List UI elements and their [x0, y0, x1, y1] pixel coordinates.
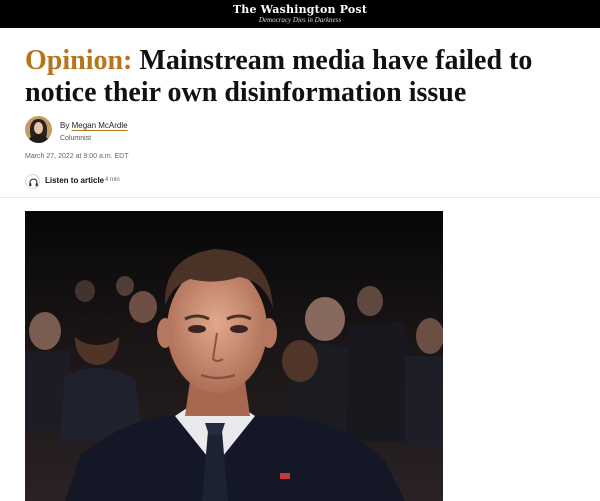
site-header: The Washington Post Democracy Dies in Da…: [0, 0, 600, 28]
article-headline: Opinion: Mainstream media have failed to…: [25, 45, 595, 109]
publish-date: March 27, 2022 at 9:00 a.m. EDT: [25, 153, 129, 160]
listen-label: Listen to article: [45, 176, 105, 185]
listen-duration: 4 min: [105, 177, 120, 183]
byline-text: By Megan McArdle: [60, 121, 128, 130]
listen-to-article-button[interactable]: Listen to article 4 min: [25, 173, 165, 191]
masthead-tagline: Democracy Dies in Darkness: [258, 16, 342, 24]
byline-prefix: By: [60, 121, 70, 130]
author-avatar[interactable]: [25, 116, 52, 143]
article-lead-photo: [25, 211, 443, 501]
byline: By Megan McArdle Columnist: [25, 116, 325, 146]
section-divider: [0, 197, 600, 198]
opinion-kicker[interactable]: Opinion:: [25, 45, 132, 76]
author-link[interactable]: Megan McArdle: [72, 121, 128, 130]
author-role: Columnist: [60, 135, 92, 142]
masthead-logo[interactable]: The Washington Post: [0, 3, 600, 16]
headphones-icon[interactable]: [25, 174, 40, 189]
